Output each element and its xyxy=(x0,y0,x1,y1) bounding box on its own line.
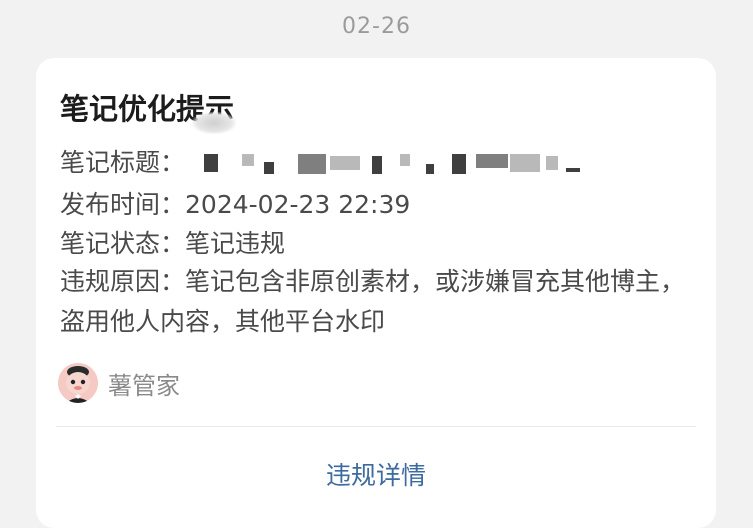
note-status-label: 笔记状态： xyxy=(60,229,186,258)
publish-time-row: 发布时间：2024-02-23 22:39 xyxy=(60,186,410,224)
butler-avatar-icon[interactable] xyxy=(58,363,98,403)
note-title-row: 笔记标题： xyxy=(60,144,185,182)
author-row[interactable]: 薯管家 xyxy=(58,362,180,404)
violation-reason-row: 违规原因：笔记包含非原创素材，或涉嫌冒充其他博主，盗用他人内容，其他平台水印 xyxy=(60,262,700,342)
violation-reason-label: 违规原因： xyxy=(60,267,186,296)
violation-details-button[interactable]: 违规详情 xyxy=(36,456,716,492)
author-name[interactable]: 薯管家 xyxy=(108,366,180,401)
divider xyxy=(56,426,696,427)
redaction-blur xyxy=(192,112,236,134)
publish-time-label: 发布时间： xyxy=(60,190,186,219)
message-date: 02-26 xyxy=(342,14,411,39)
publish-time-value: 2024-02-23 22:39 xyxy=(185,190,411,219)
note-status-row: 笔记状态：笔记违规 xyxy=(60,225,285,263)
notification-card[interactable]: 笔记优化提示 笔记标题： 发布时间：2024-02-23 22:39 笔记状态：… xyxy=(36,58,716,528)
note-title-label: 笔记标题： xyxy=(60,148,186,177)
note-status-value: 笔记违规 xyxy=(185,229,286,258)
